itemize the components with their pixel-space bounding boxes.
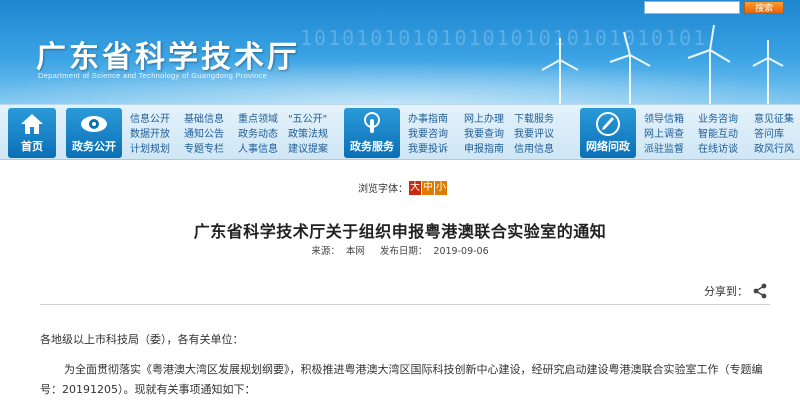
share-label: 分享到：: [704, 285, 748, 298]
source-value: 本网: [345, 246, 365, 257]
nav-link[interactable]: 在线访谈: [698, 142, 758, 157]
nav-link[interactable]: 网上调查: [644, 127, 704, 142]
search-input[interactable]: [644, 1, 740, 14]
page: 10101010101010101010101010101 广东省科学技术厅 D…: [0, 0, 800, 404]
nav-gov-service[interactable]: 政务服务: [344, 108, 400, 158]
nav-link[interactable]: 智能互动: [698, 127, 758, 142]
salutation: 各地级以上市科技局（委），各有关单位：: [40, 333, 244, 346]
nav-link[interactable]: 数据开放: [130, 127, 190, 142]
share-icon[interactable]: [752, 283, 768, 299]
share-bar: 分享到：: [704, 283, 768, 299]
date-value: 2019-09-06: [433, 246, 489, 257]
nav-gov-affairs[interactable]: 政务公开: [66, 108, 122, 158]
nav-link[interactable]: 办事指南: [408, 112, 468, 127]
hand-pointer-icon: [344, 111, 400, 137]
nav-link[interactable]: "五公开": [288, 112, 348, 127]
article-paragraph: 为全面贯彻落实《粤港澳大湾区发展规划纲要》，积极推进粤港澳大湾区国际科技创新中心…: [40, 363, 763, 396]
nav-online-interaction-label: 网络问政: [586, 140, 630, 153]
nav-link[interactable]: 派驻监督: [644, 142, 704, 157]
nav-link[interactable]: 业务咨询: [698, 112, 758, 127]
font-size-medium-button[interactable]: 中: [422, 180, 434, 195]
nav-home-label: 首页: [21, 140, 43, 153]
nav-link[interactable]: 答问库: [754, 127, 800, 142]
divider: [40, 304, 770, 305]
search-button[interactable]: 搜索: [744, 1, 784, 14]
nav-link[interactable]: 意见征集: [754, 112, 800, 127]
nav-gov-service-label: 政务服务: [350, 140, 394, 153]
nav-link[interactable]: 信用信息: [514, 142, 574, 157]
eye-icon: [66, 111, 122, 137]
nav-link[interactable]: 领导信箱: [644, 112, 704, 127]
nav-link[interactable]: 信息公开: [130, 112, 190, 127]
wind-turbine-icon: [541, 24, 784, 104]
site-banner: 10101010101010101010101010101 广东省科学技术厅 D…: [0, 0, 800, 104]
site-title: 广东省科学技术厅: [36, 40, 300, 75]
nav-gov-affairs-label: 政务公开: [72, 140, 116, 153]
font-size-switcher: 浏览字体： 大 中 小: [358, 180, 447, 195]
pen-icon: [580, 111, 636, 137]
nav-online-interaction[interactable]: 网络问政: [580, 108, 636, 158]
nav-link[interactable]: 专题专栏: [184, 142, 244, 157]
nav-link[interactable]: 建议提案: [288, 142, 348, 157]
nav-link[interactable]: 通知公告: [184, 127, 244, 142]
font-size-label: 浏览字体：: [358, 184, 408, 195]
nav-link[interactable]: 政策法规: [288, 127, 348, 142]
nav-link[interactable]: 基础信息: [184, 112, 244, 127]
nav-link[interactable]: 我要评议: [514, 127, 574, 142]
source-label: 来源：: [311, 246, 340, 257]
article-meta: 来源： 本网 发布日期： 2019-09-06: [0, 243, 800, 257]
nav-home[interactable]: 首页: [8, 108, 56, 158]
nav-link[interactable]: 我要投诉: [408, 142, 468, 157]
nav-link[interactable]: 下载服务: [514, 112, 574, 127]
nav-link[interactable]: 计划规划: [130, 142, 190, 157]
date-label: 发布日期：: [379, 246, 428, 257]
main-nav: 首页 政务公开 信息公开 数据开放 计划规划 基础信息 通知公告 专题专栏 重点领域 政务…: [0, 104, 800, 160]
article-title: 广东省科学技术厅关于组织申报粤港澳联合实验室的通知: [193, 222, 607, 241]
site-subtitle: Department of Science and Technology of …: [38, 71, 268, 80]
nav-link[interactable]: 我要咨询: [408, 127, 468, 142]
font-size-large-button[interactable]: 大: [409, 180, 421, 195]
nav-link[interactable]: 政风行风: [754, 142, 800, 157]
font-size-small-button[interactable]: 小: [435, 180, 447, 195]
home-icon: [8, 111, 56, 137]
